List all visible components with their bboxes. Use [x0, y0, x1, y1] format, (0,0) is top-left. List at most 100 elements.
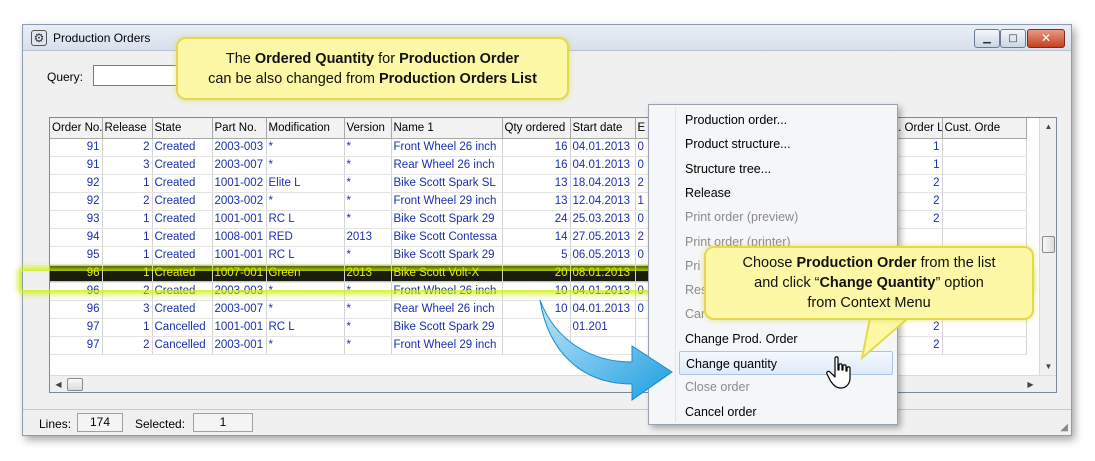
- table-cell: [942, 174, 1027, 193]
- table-cell: Bike Scott Spark 29: [391, 210, 503, 229]
- vertical-scroll-thumb[interactable]: [1042, 236, 1055, 253]
- column-header[interactable]: Part No.: [212, 118, 267, 139]
- table-cell: Created: [152, 228, 213, 247]
- scroll-right-icon[interactable]: ▶: [1022, 376, 1039, 392]
- table-cell: 08.01.2013: [570, 264, 636, 283]
- table-cell: 04.01.2013: [570, 138, 636, 157]
- table-cell: 6: [502, 336, 571, 355]
- column-header[interactable]: State: [152, 118, 213, 139]
- menu-item-cancel-order[interactable]: Cancel order: [679, 400, 893, 424]
- table-cell: 1001-001: [212, 246, 267, 265]
- column-header[interactable]: Release: [102, 118, 153, 139]
- menu-gutter: [675, 107, 676, 422]
- scroll-left-icon[interactable]: ◀: [50, 376, 67, 392]
- table-cell: 1001-001: [212, 210, 267, 229]
- query-label: Query:: [47, 70, 84, 84]
- table-cell: Created: [152, 246, 213, 265]
- column-header[interactable]: Name 1: [391, 118, 503, 139]
- menu-item-close-order[interactable]: Close order: [679, 375, 893, 399]
- table-cell: 27.05.2013: [570, 228, 636, 247]
- table-cell: RC L: [266, 210, 345, 229]
- table-cell: Cancelled: [152, 336, 213, 355]
- table-cell: 1: [102, 264, 153, 283]
- table-cell: 12.04.2013: [570, 192, 636, 211]
- table-cell: Created: [152, 138, 213, 157]
- menu-item-release[interactable]: Release: [679, 181, 893, 205]
- table-cell: 10: [502, 300, 571, 319]
- table-cell: Bike Scott Spark 29: [391, 246, 503, 265]
- table-cell: [570, 336, 636, 355]
- callout-bold: Production Order: [399, 51, 520, 67]
- table-cell: Front Wheel 26 inch: [391, 138, 503, 157]
- table-cell: *: [266, 336, 345, 355]
- table-cell: 16: [502, 138, 571, 157]
- callout-text: can be also changed from: [208, 71, 379, 87]
- vertical-scrollbar[interactable]: ▲ ▼: [1039, 118, 1056, 375]
- table-cell: *: [344, 318, 392, 337]
- table-cell: *: [344, 138, 392, 157]
- callout-top: The Ordered Quantity for Production Orde…: [176, 37, 569, 100]
- column-header[interactable]: Modification: [266, 118, 345, 139]
- table-cell: 01.201: [570, 318, 636, 337]
- menu-item-production-order[interactable]: Production order...: [679, 108, 893, 132]
- hand-cursor-icon: [826, 356, 851, 389]
- table-cell: [942, 138, 1027, 157]
- callout-bottom: Choose Production Order from the list an…: [704, 246, 1034, 320]
- table-cell: 2003-001: [212, 336, 267, 355]
- selected-count: 1: [193, 413, 253, 432]
- minimize-button[interactable]: ▁: [974, 29, 1000, 48]
- table-cell: *: [266, 282, 345, 301]
- table-cell: 1008-001: [212, 228, 267, 247]
- table-cell: *: [344, 210, 392, 229]
- horizontal-scroll-thumb[interactable]: [67, 378, 83, 391]
- table-cell: Created: [152, 192, 213, 211]
- column-header[interactable]: Cust. Orde: [942, 118, 1027, 139]
- table-cell: *: [344, 156, 392, 175]
- column-header[interactable]: Version: [344, 118, 392, 139]
- table-cell: *: [344, 300, 392, 319]
- column-header[interactable]: Order No.: [50, 118, 103, 139]
- table-cell: 1001-002: [212, 174, 267, 193]
- scroll-up-icon[interactable]: ▲: [1040, 118, 1056, 135]
- maximize-button[interactable]: □: [1000, 29, 1026, 48]
- close-button[interactable]: ✕: [1027, 29, 1065, 48]
- table-cell: 10: [502, 282, 571, 301]
- table-cell: Front Wheel 26 inch: [391, 282, 503, 301]
- table-cell: Rear Wheel 26 inch: [391, 300, 503, 319]
- table-cell: Created: [152, 282, 213, 301]
- menu-item-product-structure[interactable]: Product structure...: [679, 132, 893, 156]
- table-cell: *: [344, 246, 392, 265]
- table-cell: Elite L: [266, 174, 345, 193]
- table-cell: Cancelled: [152, 318, 213, 337]
- table-cell: 96: [50, 282, 103, 301]
- table-cell: 5: [502, 246, 571, 265]
- table-cell: 1001-001: [212, 318, 267, 337]
- resize-grip-icon[interactable]: ◢: [1060, 422, 1068, 433]
- menu-item-change-prod-order[interactable]: Change Prod. Order: [679, 327, 893, 351]
- callout-bold: Ordered Quantity: [254, 51, 375, 67]
- table-cell: *: [266, 156, 345, 175]
- table-cell: 1007-001: [212, 264, 267, 283]
- table-cell: 1: [102, 174, 153, 193]
- callout-text: from the list: [916, 255, 996, 271]
- table-cell: [502, 318, 571, 337]
- table-cell: Front Wheel 29 inch: [391, 192, 503, 211]
- table-cell: 2003-003: [212, 138, 267, 157]
- column-header[interactable]: Qty ordered: [502, 118, 571, 139]
- horizontal-scrollbar[interactable]: ◀ ▶: [50, 375, 1056, 392]
- menu-item-structure-tree[interactable]: Structure tree...: [679, 157, 893, 181]
- table-cell: 04.01.2013: [570, 156, 636, 175]
- menu-item-change-quantity[interactable]: Change quantity: [679, 351, 893, 375]
- table-cell: 2003-007: [212, 156, 267, 175]
- column-header[interactable]: Start date: [570, 118, 636, 139]
- table-cell: 24: [502, 210, 571, 229]
- menu-item-print-order-preview[interactable]: Print order (preview): [679, 205, 893, 229]
- selected-label: Selected:: [135, 417, 186, 431]
- table-cell: [942, 210, 1027, 229]
- table-cell: 2: [102, 336, 153, 355]
- scroll-down-icon[interactable]: ▼: [1040, 358, 1056, 375]
- callout-bold: Change Quantity: [819, 275, 936, 291]
- table-cell: 18.04.2013: [570, 174, 636, 193]
- table-cell: 1: [102, 318, 153, 337]
- table-cell: 20: [502, 264, 571, 283]
